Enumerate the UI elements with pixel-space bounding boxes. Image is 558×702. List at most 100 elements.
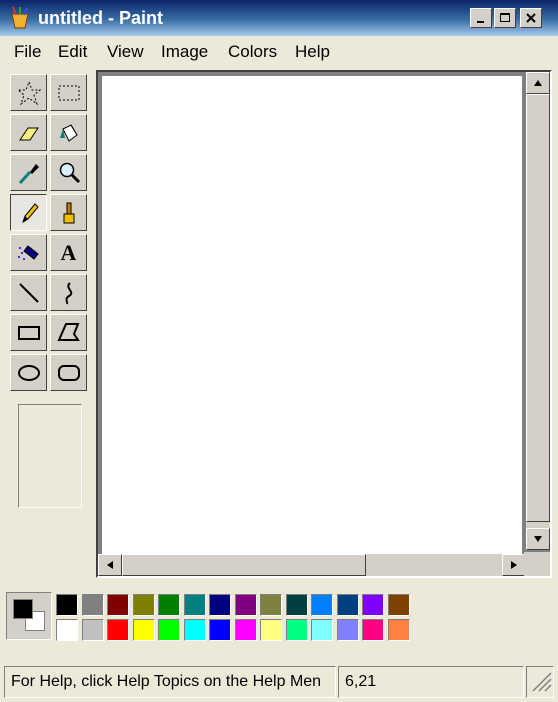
palette-color-swatch[interactable] [107,594,129,616]
rounded-rect-icon [57,364,80,381]
palette-color-swatch[interactable] [311,594,333,616]
menu-view[interactable]: View [107,42,144,62]
color-palette [6,588,426,648]
scroll-down-button[interactable] [526,528,550,550]
palette-color-swatch[interactable] [336,619,359,641]
palette-color-swatch[interactable] [158,594,180,616]
palette-color-swatch[interactable] [132,619,155,641]
horizontal-scroll-thumb[interactable] [122,554,366,576]
current-colors[interactable] [6,592,52,640]
brush-tool[interactable] [50,194,87,231]
maximize-button[interactable] [494,8,516,28]
scrollbar-corner [524,552,550,576]
magnifier-icon [59,162,80,183]
palette-color-swatch[interactable] [362,594,384,616]
status-bar: For Help, click Help Topics on the Help … [0,662,558,702]
arrow-down-icon [534,536,542,542]
palette-color-swatch[interactable] [260,594,282,616]
fill-with-color-tool[interactable] [50,114,87,151]
tool-options-box[interactable] [18,404,82,508]
text-tool[interactable]: A [50,234,87,271]
brush-icon [63,202,74,223]
pencil-icon [21,202,39,223]
curve-tool[interactable] [50,274,87,311]
palette-color-swatch[interactable] [336,594,359,616]
rectangle-tool[interactable] [10,314,47,351]
palette-color-swatch[interactable] [183,594,206,616]
palette-color-swatch[interactable] [209,619,231,641]
palette-color-swatch[interactable] [285,594,308,616]
size-grip-icon [532,672,552,692]
palette-color-swatch[interactable] [362,619,384,641]
palette-color-swatch[interactable] [234,619,257,641]
scroll-left-button[interactable] [98,554,122,576]
ellipse-tool[interactable] [10,354,47,391]
star-select-icon [16,80,41,105]
vertical-scrollbar[interactable] [526,72,550,550]
tool-box: A [8,72,92,582]
pick-color-tool[interactable] [10,154,47,191]
palette-color-swatch[interactable] [56,594,78,616]
rectangle-icon [17,325,40,340]
status-help-text: For Help, click Help Topics on the Help … [4,666,336,698]
eraser-icon [18,127,39,140]
magnifier-tool[interactable] [50,154,87,191]
menu-file[interactable]: File [14,42,41,62]
close-button[interactable] [520,8,542,28]
palette-color-swatch[interactable] [311,619,333,641]
window-title: untitled - Paint [38,8,163,28]
pencil-tool[interactable] [10,194,47,231]
arrow-up-icon [534,80,542,86]
palette-color-swatch[interactable] [107,619,129,641]
close-icon [526,13,536,23]
palette-color-swatch[interactable] [81,619,104,641]
menu-colors[interactable]: Colors [228,42,277,62]
curve-icon [64,281,72,304]
status-coordinates: 6,21 [338,666,524,698]
eraser-tool[interactable] [10,114,47,151]
ellipse-icon [17,364,40,381]
polygon-icon [56,322,80,341]
maximize-icon [500,13,510,22]
minimize-button[interactable] [470,8,492,28]
horizontal-scrollbar[interactable] [98,554,526,576]
menu-help[interactable]: Help [295,42,330,62]
scroll-up-button[interactable] [526,72,550,94]
palette-color-swatch[interactable] [260,619,282,641]
scroll-right-button[interactable] [502,554,526,576]
palette-color-swatch[interactable] [285,619,308,641]
arrow-left-icon [107,561,113,569]
airbrush-tool[interactable] [10,234,47,271]
polygon-tool[interactable] [50,314,87,351]
free-form-select-tool[interactable] [10,74,47,111]
airbrush-icon [17,244,39,260]
foreground-color-swatch[interactable] [13,599,33,619]
palette-color-swatch[interactable] [234,594,257,616]
palette-color-swatch[interactable] [158,619,180,641]
text-icon: A [60,239,77,265]
vertical-scroll-thumb[interactable] [526,94,550,522]
line-tool[interactable] [10,274,47,311]
palette-color-swatch[interactable] [387,594,410,616]
eyedropper-icon [18,163,39,184]
minimize-icon [477,21,484,23]
menu-bar: File Edit View Image Colors Help [0,36,558,68]
drawing-canvas[interactable] [102,76,522,554]
palette-color-swatch[interactable] [209,594,231,616]
line-icon [18,282,39,303]
palette-color-swatch[interactable] [81,594,104,616]
rect-select-icon [58,85,79,100]
menu-image[interactable]: Image [161,42,208,62]
paint-bucket-icon [59,123,78,142]
rounded-rectangle-tool[interactable] [50,354,87,391]
select-tool[interactable] [50,74,87,111]
palette-color-swatch[interactable] [387,619,410,641]
paint-brush-cup-icon [11,6,29,29]
palette-color-swatch[interactable] [183,619,206,641]
menu-edit[interactable]: Edit [58,42,87,62]
palette-color-swatch[interactable] [56,619,78,641]
title-bar: untitled - Paint [0,0,558,36]
status-size-grip[interactable] [526,666,554,698]
canvas-area [96,70,552,578]
palette-color-swatch[interactable] [132,594,155,616]
